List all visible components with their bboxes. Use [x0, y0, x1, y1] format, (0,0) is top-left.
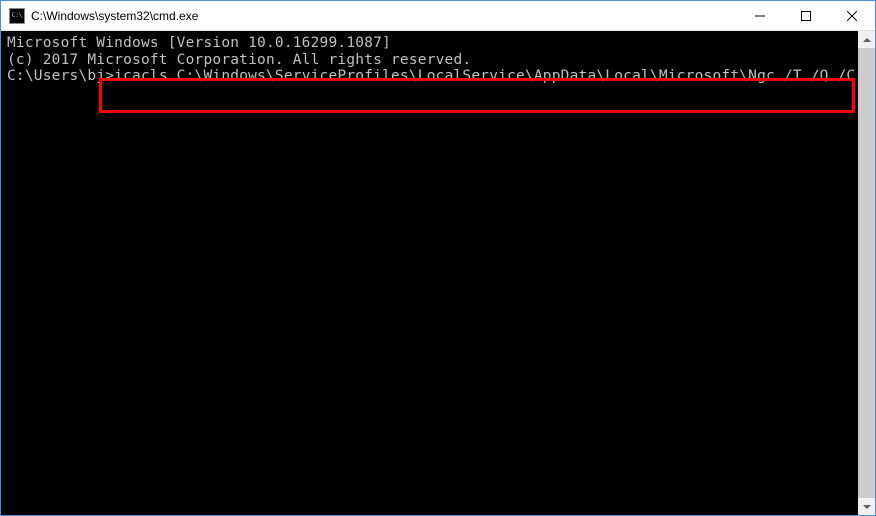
- vertical-scrollbar[interactable]: [858, 31, 875, 515]
- console-content: Microsoft Windows [Version 10.0.16299.10…: [1, 31, 875, 89]
- cmd-icon: [9, 8, 25, 24]
- close-button[interactable]: [829, 1, 875, 30]
- minimize-button[interactable]: [737, 1, 783, 30]
- scrollbar-down-button[interactable]: [858, 498, 875, 515]
- window-controls: [737, 1, 875, 30]
- console-output-line: (c) 2017 Microsoft Corporation. All righ…: [7, 52, 869, 69]
- console-command: icacls C:\Windows\ServiceProfiles\LocalS…: [114, 68, 875, 84]
- window-title: C:\Windows\system32\cmd.exe: [31, 9, 737, 23]
- cmd-window: C:\Windows\system32\cmd.exe Microsoft: [0, 0, 876, 516]
- minimize-icon: [755, 11, 765, 21]
- titlebar: C:\Windows\system32\cmd.exe: [1, 1, 875, 31]
- chevron-down-icon: [863, 505, 871, 509]
- maximize-button[interactable]: [783, 1, 829, 30]
- console-prompt: C:\Users\bj>: [7, 68, 114, 84]
- console-prompt-line: C:\Users\bj>icacls C:\Windows\ServicePro…: [7, 68, 869, 85]
- console-area[interactable]: Microsoft Windows [Version 10.0.16299.10…: [1, 31, 875, 515]
- maximize-icon: [801, 11, 811, 21]
- close-icon: [847, 11, 857, 21]
- chevron-up-icon: [863, 38, 871, 42]
- scrollbar-thumb[interactable]: [858, 48, 875, 498]
- scrollbar-up-button[interactable]: [858, 31, 875, 48]
- console-output-line: Microsoft Windows [Version 10.0.16299.10…: [7, 35, 869, 52]
